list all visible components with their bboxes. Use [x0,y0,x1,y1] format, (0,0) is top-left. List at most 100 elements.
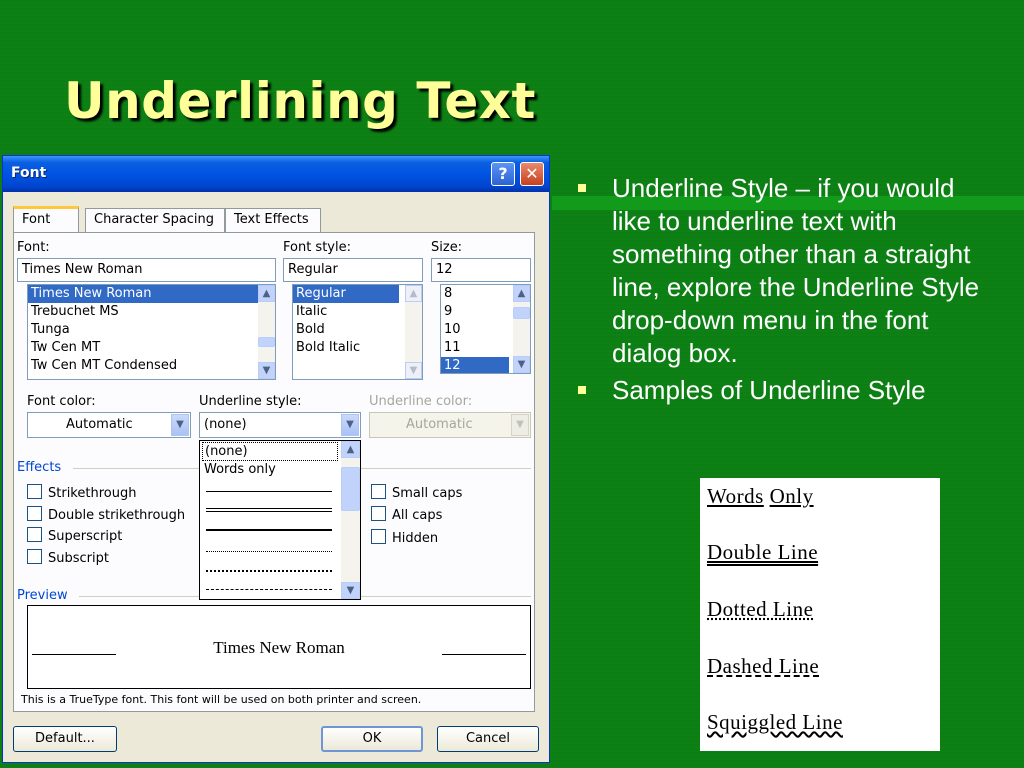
scroll-down-icon[interactable]: ▼ [513,356,530,373]
scroll-up-icon[interactable]: ▲ [341,441,360,458]
font-color-combo[interactable]: Automatic ▼ [27,412,191,438]
chevron-down-icon: ▼ [511,414,529,436]
font-list-item[interactable]: Times New Roman [28,285,275,303]
thick-line [206,529,332,531]
size-label: Size: [431,240,463,255]
sample-dotted-line: Dotted Line [707,597,814,621]
size-input[interactable]: 12 [431,258,531,282]
default-button[interactable]: Default... [13,726,117,752]
tab-character-spacing[interactable]: Character Spacing [85,208,225,232]
underline-style-dropdown[interactable]: (none) Words only ▲ ▼ [199,440,361,600]
underline-option-heavy-dotted[interactable] [202,561,338,580]
style-list-scrollbar[interactable]: ▲ ▼ [405,285,422,379]
underline-color-combo: Automatic ▼ [369,412,531,438]
size-list[interactable]: 8 9 10 11 12 ▲ ▼ [440,284,531,374]
preview-box: Times New Roman [27,605,531,689]
preview-group-label: Preview [17,588,68,603]
style-list[interactable]: Regular Italic Bold Bold Italic ▲ ▼ [292,284,423,380]
scroll-down-icon[interactable]: ▼ [341,582,360,599]
font-input[interactable]: Times New Roman [17,258,276,282]
scroll-up-icon[interactable]: ▲ [513,285,530,302]
font-dialog: Font ? ✕ Font Character Spacing Text Eff… [2,155,550,763]
chevron-down-icon[interactable]: ▼ [171,414,189,436]
underline-style-value: (none) [204,417,247,432]
bullet-text: Underline Style – if you would like to u… [612,173,980,368]
style-label: Font style: [283,240,351,255]
style-input[interactable]: Regular [283,258,423,282]
style-list-item[interactable]: Bold [293,321,422,339]
cancel-button[interactable]: Cancel [437,726,539,752]
tab-font[interactable]: Font [13,206,79,234]
checkbox-label: Superscript [48,529,123,544]
ok-button[interactable]: OK [321,726,423,752]
dropdown-scrollbar[interactable]: ▲ ▼ [341,441,360,599]
font-list-item[interactable]: Tw Cen MT Condensed [28,357,275,375]
checkbox-label: Subscript [48,551,109,566]
checkbox-label: All caps [392,508,443,523]
scroll-thumb[interactable] [513,307,530,319]
size-list-scrollbar[interactable]: ▲ ▼ [513,285,530,373]
small-caps-checkbox[interactable]: Small caps [371,484,462,501]
checkbox-box[interactable] [371,484,386,499]
double-strikethrough-checkbox[interactable]: Double strikethrough [27,506,185,523]
dashed-line [206,589,332,590]
underline-option-thick[interactable] [202,521,338,540]
bullet-item: Samples of Underline Style [578,374,998,407]
checkbox-box[interactable] [27,549,42,564]
bullet-marker-icon [578,386,586,394]
scroll-up-icon[interactable]: ▲ [405,285,422,302]
underline-style-combo[interactable]: (none) ▼ [199,412,361,438]
checkbox-box[interactable] [27,527,42,542]
size-list-item[interactable]: 12 [441,357,509,373]
all-caps-checkbox[interactable]: All caps [371,506,442,523]
scroll-down-icon[interactable]: ▼ [258,362,275,379]
sample-word: Words [707,484,764,508]
font-list-scrollbar[interactable]: ▲ ▼ [258,285,275,379]
underline-color-label: Underline color: [369,394,473,409]
checkbox-box[interactable] [371,506,386,521]
help-button[interactable]: ? [491,162,515,186]
bullet-text: Samples of Underline Style [612,375,926,405]
dialog-titlebar[interactable]: Font ? ✕ [3,156,549,192]
underline-samples: Words Only Double Line Dotted Line Dashe… [700,478,940,751]
heavy-dotted-line [206,570,332,572]
font-list-item[interactable]: Trebuchet MS [28,303,275,321]
close-button[interactable]: ✕ [520,162,544,186]
underline-option-single[interactable] [202,481,338,500]
font-list-item[interactable]: Tunga [28,321,275,339]
font-list-item[interactable]: Tw Cen MT [28,339,275,357]
scroll-down-icon[interactable]: ▼ [405,362,422,379]
style-list-item[interactable]: Bold Italic [293,339,422,357]
underline-option-none[interactable]: (none) [202,442,338,461]
subscript-checkbox[interactable]: Subscript [27,549,109,566]
chevron-down-icon[interactable]: ▼ [341,414,359,436]
effects-group-label: Effects [17,460,62,475]
font-color-label: Font color: [27,394,96,409]
strikethrough-checkbox[interactable]: Strikethrough [27,484,136,501]
underline-option-words-only[interactable]: Words only [202,461,338,480]
font-label: Font: [17,240,50,255]
hidden-checkbox[interactable]: Hidden [371,529,438,546]
preview-text: Times New Roman [213,638,345,657]
font-list[interactable]: Times New Roman Trebuchet MS Tunga Tw Ce… [27,284,276,380]
scroll-thumb[interactable] [258,337,275,347]
superscript-checkbox[interactable]: Superscript [27,527,122,544]
scroll-thumb[interactable] [341,467,360,511]
underline-option-dotted[interactable] [202,541,338,560]
underline-option-dashed[interactable] [202,581,338,599]
dialog-title: Font [11,165,47,181]
checkbox-box[interactable] [27,484,42,499]
underline-style-label: Underline style: [199,394,302,409]
bullet-list: Underline Style – if you would like to u… [578,172,998,411]
single-line [206,491,332,492]
truetype-info: This is a TrueType font. This font will … [21,693,422,706]
checkbox-box[interactable] [27,506,42,521]
preview-line [442,654,526,655]
style-list-item[interactable]: Italic [293,303,422,321]
style-list-item[interactable]: Regular [293,285,399,303]
sample-words-only: Words Only [707,484,814,509]
scroll-up-icon[interactable]: ▲ [258,285,275,302]
tab-text-effects[interactable]: Text Effects [225,208,321,232]
checkbox-box[interactable] [371,529,386,544]
underline-option-double[interactable] [202,501,338,520]
